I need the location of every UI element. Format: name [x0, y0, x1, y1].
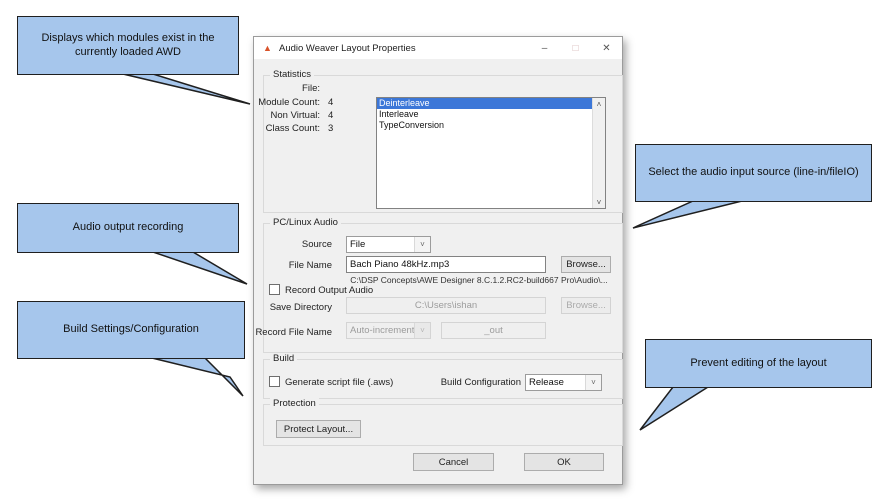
listbox-scrollbar[interactable]: ˄ ˅	[592, 98, 605, 208]
non-virtual-value: 4	[328, 110, 333, 121]
file-name-input[interactable]: Bach Piano 48kHz.mp3	[346, 256, 546, 273]
non-virtual-label: Non Virtual:	[258, 110, 320, 121]
window-title: Audio Weaver Layout Properties	[279, 43, 416, 54]
tail-input-source-callout	[633, 201, 742, 228]
callout-build-settings-text: Build Settings/Configuration	[63, 323, 199, 337]
close-icon[interactable]: ✕	[591, 37, 622, 59]
maximize-icon[interactable]: □	[560, 37, 591, 59]
scroll-up-icon[interactable]: ˄	[593, 98, 605, 110]
minimize-icon[interactable]: –	[529, 37, 560, 59]
app-icon: ▲	[261, 42, 274, 54]
source-label: Source	[254, 239, 332, 250]
record-suffix-field: _out	[441, 322, 546, 339]
source-combobox[interactable]: File ˅	[346, 236, 431, 253]
source-value: File	[350, 239, 365, 250]
file-name-label: File Name	[254, 260, 332, 271]
list-item-interleave[interactable]: Interleave	[377, 109, 592, 120]
tail-build-settings-callout	[152, 358, 243, 396]
build-config-value: Release	[529, 377, 564, 388]
build-config-combobox[interactable]: Release ˅	[525, 374, 602, 391]
pc-linux-audio-group-label: PC/Linux Audio	[270, 217, 341, 228]
file-path-text: C:\DSP Concepts\AWE Designer 8.C.1.2.RC2…	[339, 275, 619, 285]
class-count-label: Class Count:	[258, 123, 320, 134]
file-label: File:	[258, 83, 320, 94]
build-group-label: Build	[270, 353, 297, 364]
generate-script-checkbox[interactable]	[269, 376, 280, 387]
tail-protection-callout	[640, 387, 708, 430]
record-output-checkbox[interactable]	[269, 284, 280, 295]
browse-directory-button: Browse...	[561, 297, 611, 314]
chevron-down-icon: ˅	[414, 323, 430, 338]
callout-audio-output: Audio output recording	[17, 203, 239, 253]
record-mode-value: Auto-increment	[350, 325, 414, 336]
module-count-value: 4	[328, 97, 333, 108]
ok-button[interactable]: OK	[524, 453, 604, 471]
tail-audio-output-callout	[153, 252, 247, 284]
list-item-typeconversion[interactable]: TypeConversion	[377, 120, 592, 131]
build-config-label: Build Configuration	[394, 377, 521, 388]
list-item-deinterleave[interactable]: Deinterleave	[377, 98, 592, 109]
save-directory-field: C:\Users\ishan	[346, 297, 546, 314]
layout-properties-dialog: ▲ Audio Weaver Layout Properties – □ ✕ S…	[253, 36, 623, 485]
tail-modules-callout	[123, 74, 250, 104]
scroll-down-icon[interactable]: ˅	[593, 196, 605, 208]
module-listbox[interactable]: Deinterleave Interleave TypeConversion ˄…	[376, 97, 606, 209]
callout-protection: Prevent editing of the layout	[645, 339, 872, 388]
callout-input-source-text: Select the audio input source (line-in/f…	[648, 166, 858, 180]
save-directory-label: Save Directory	[254, 302, 332, 313]
chevron-down-icon[interactable]: ˅	[585, 375, 601, 390]
protect-layout-button[interactable]: Protect Layout...	[276, 420, 361, 438]
record-output-label: Record Output Audio	[285, 285, 373, 296]
chevron-down-icon[interactable]: ˅	[414, 237, 430, 252]
callout-audio-output-text: Audio output recording	[73, 221, 184, 235]
statistics-group-label: Statistics	[270, 69, 314, 80]
title-bar[interactable]: ▲ Audio Weaver Layout Properties – □ ✕	[254, 37, 622, 59]
generate-script-label: Generate script file (.aws)	[285, 377, 393, 388]
callout-modules-text: Displays which modules exist in the curr…	[21, 32, 235, 60]
callout-input-source: Select the audio input source (line-in/f…	[635, 144, 872, 202]
protection-group-label: Protection	[270, 398, 319, 409]
record-file-name-label: Record File Name	[254, 327, 332, 338]
cancel-button[interactable]: Cancel	[413, 453, 494, 471]
callout-build-settings: Build Settings/Configuration	[17, 301, 245, 359]
browse-file-button[interactable]: Browse...	[561, 256, 611, 273]
class-count-value: 3	[328, 123, 333, 134]
callout-modules: Displays which modules exist in the curr…	[17, 16, 239, 75]
module-count-label: Module Count:	[258, 97, 320, 108]
record-mode-combobox: Auto-increment ˅	[346, 322, 431, 339]
callout-protection-text: Prevent editing of the layout	[690, 357, 826, 371]
